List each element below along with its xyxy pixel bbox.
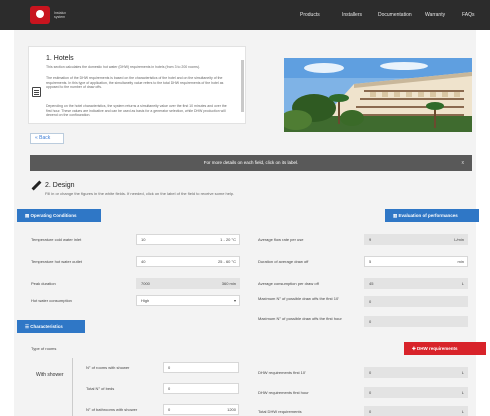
company-logo[interactable] (30, 6, 50, 24)
avg-consumption-label[interactable]: Average consumption per draw off (258, 281, 319, 286)
cold-water-inlet-label[interactable]: Temperature cold water inlet (31, 237, 81, 242)
nav-faqs[interactable]: FAQs (462, 12, 475, 18)
cold-water-inlet-unit: 1 - 20 °C (220, 237, 236, 242)
hotels-paragraph-3: Depending on the hotel characteristics, … (46, 104, 227, 116)
dhw-total-label[interactable]: Total DHW requirements (258, 409, 302, 414)
hot-water-outlet-unit: 25 - 60 °C (217, 259, 236, 264)
close-icon[interactable]: x (462, 155, 465, 171)
info-bar-text: For more details on each field, click on… (203, 160, 299, 165)
max-drawoffs-hour-label[interactable]: Maximum N° of possible draw offs the fir… (258, 316, 362, 321)
tab-dhw-requirements[interactable]: ✚ DHW requirements (404, 342, 486, 355)
nav-installers[interactable]: Installers (342, 12, 362, 18)
avg-flow-rate-label[interactable]: Average flow rate per use (258, 237, 304, 242)
logo-mark (36, 10, 44, 18)
tab-operating-conditions[interactable]: ▤ Operating Conditions (17, 209, 101, 222)
draw-off-duration-unit: min (457, 259, 464, 264)
tab-evaluation-of-performances[interactable]: ▥ Evaluation of performances (385, 209, 479, 222)
total-beds-input[interactable]: 0 (163, 383, 239, 394)
draw-off-duration-label[interactable]: Duration of average draw off (258, 259, 308, 264)
tab-characteristics[interactable]: ☰ Characteristics (17, 320, 85, 333)
document-icon (32, 87, 41, 97)
hot-water-outlet-label[interactable]: Temperature hot water outlet (31, 259, 82, 264)
hotels-paragraph-2: The estimation of the DHW requirements i… (46, 76, 224, 89)
back-button[interactable]: « Back (30, 133, 64, 144)
dhw-first-10min-label[interactable]: DHW requirements first 10' (258, 370, 306, 375)
hotels-title: 1. Hotels (46, 55, 74, 62)
dhw-first-hour-label[interactable]: DHW requirements first hour (258, 390, 309, 395)
avg-flow-rate-unit: L/min (454, 237, 464, 242)
hot-water-consumption-label[interactable]: Hot water consumption (31, 298, 72, 303)
with-shower-label: With shower (36, 372, 64, 378)
intro-scrollbar[interactable] (241, 60, 244, 112)
max-drawoffs-10min-value: 0 (364, 296, 468, 307)
nav-documentation[interactable]: Documentation (378, 12, 412, 18)
type-of-rooms-label: Type of rooms (31, 346, 57, 351)
design-subtitle: Fill in or change the figures in the whi… (45, 191, 235, 196)
info-bar: For more details on each field, click on… (30, 155, 472, 171)
bathrooms-with-shower-unit: 1200 (227, 407, 236, 412)
nav-warranty[interactable]: Warranty (425, 12, 445, 18)
rooms-with-shower-input[interactable]: 0 (163, 362, 239, 373)
avg-consumption-unit: L (461, 281, 464, 286)
max-drawoffs-10min-label[interactable]: Maximum N° of possible draw offs the fir… (258, 296, 362, 301)
design-title: 2. Design (45, 182, 75, 189)
divider (72, 358, 73, 416)
chevron-down-icon: ▾ (233, 298, 236, 303)
dhw-first-hour-unit: L (461, 390, 464, 395)
hotels-paragraph-1: This section calculates the domestic hot… (46, 65, 201, 69)
peak-duration-unit: 360 min (221, 281, 236, 286)
total-beds-label[interactable]: Total N° of beds (86, 386, 114, 391)
peak-duration-label[interactable]: Peak duration (31, 281, 56, 286)
nav-products[interactable]: Products (300, 12, 320, 18)
max-drawoffs-hour-value: 0 (364, 316, 468, 327)
bathrooms-with-shower-label[interactable]: N° of bathrooms with shower (86, 407, 137, 412)
hotel-photo (284, 58, 472, 132)
dhw-total-unit: L (461, 409, 464, 414)
dhw-first-10min-unit: L (461, 370, 464, 375)
rooms-with-shower-label[interactable]: N° of rooms with shower (86, 365, 129, 370)
top-navbar: Instalux system Products Installers Docu… (0, 0, 490, 30)
logo-text: Instalux system (54, 11, 67, 19)
